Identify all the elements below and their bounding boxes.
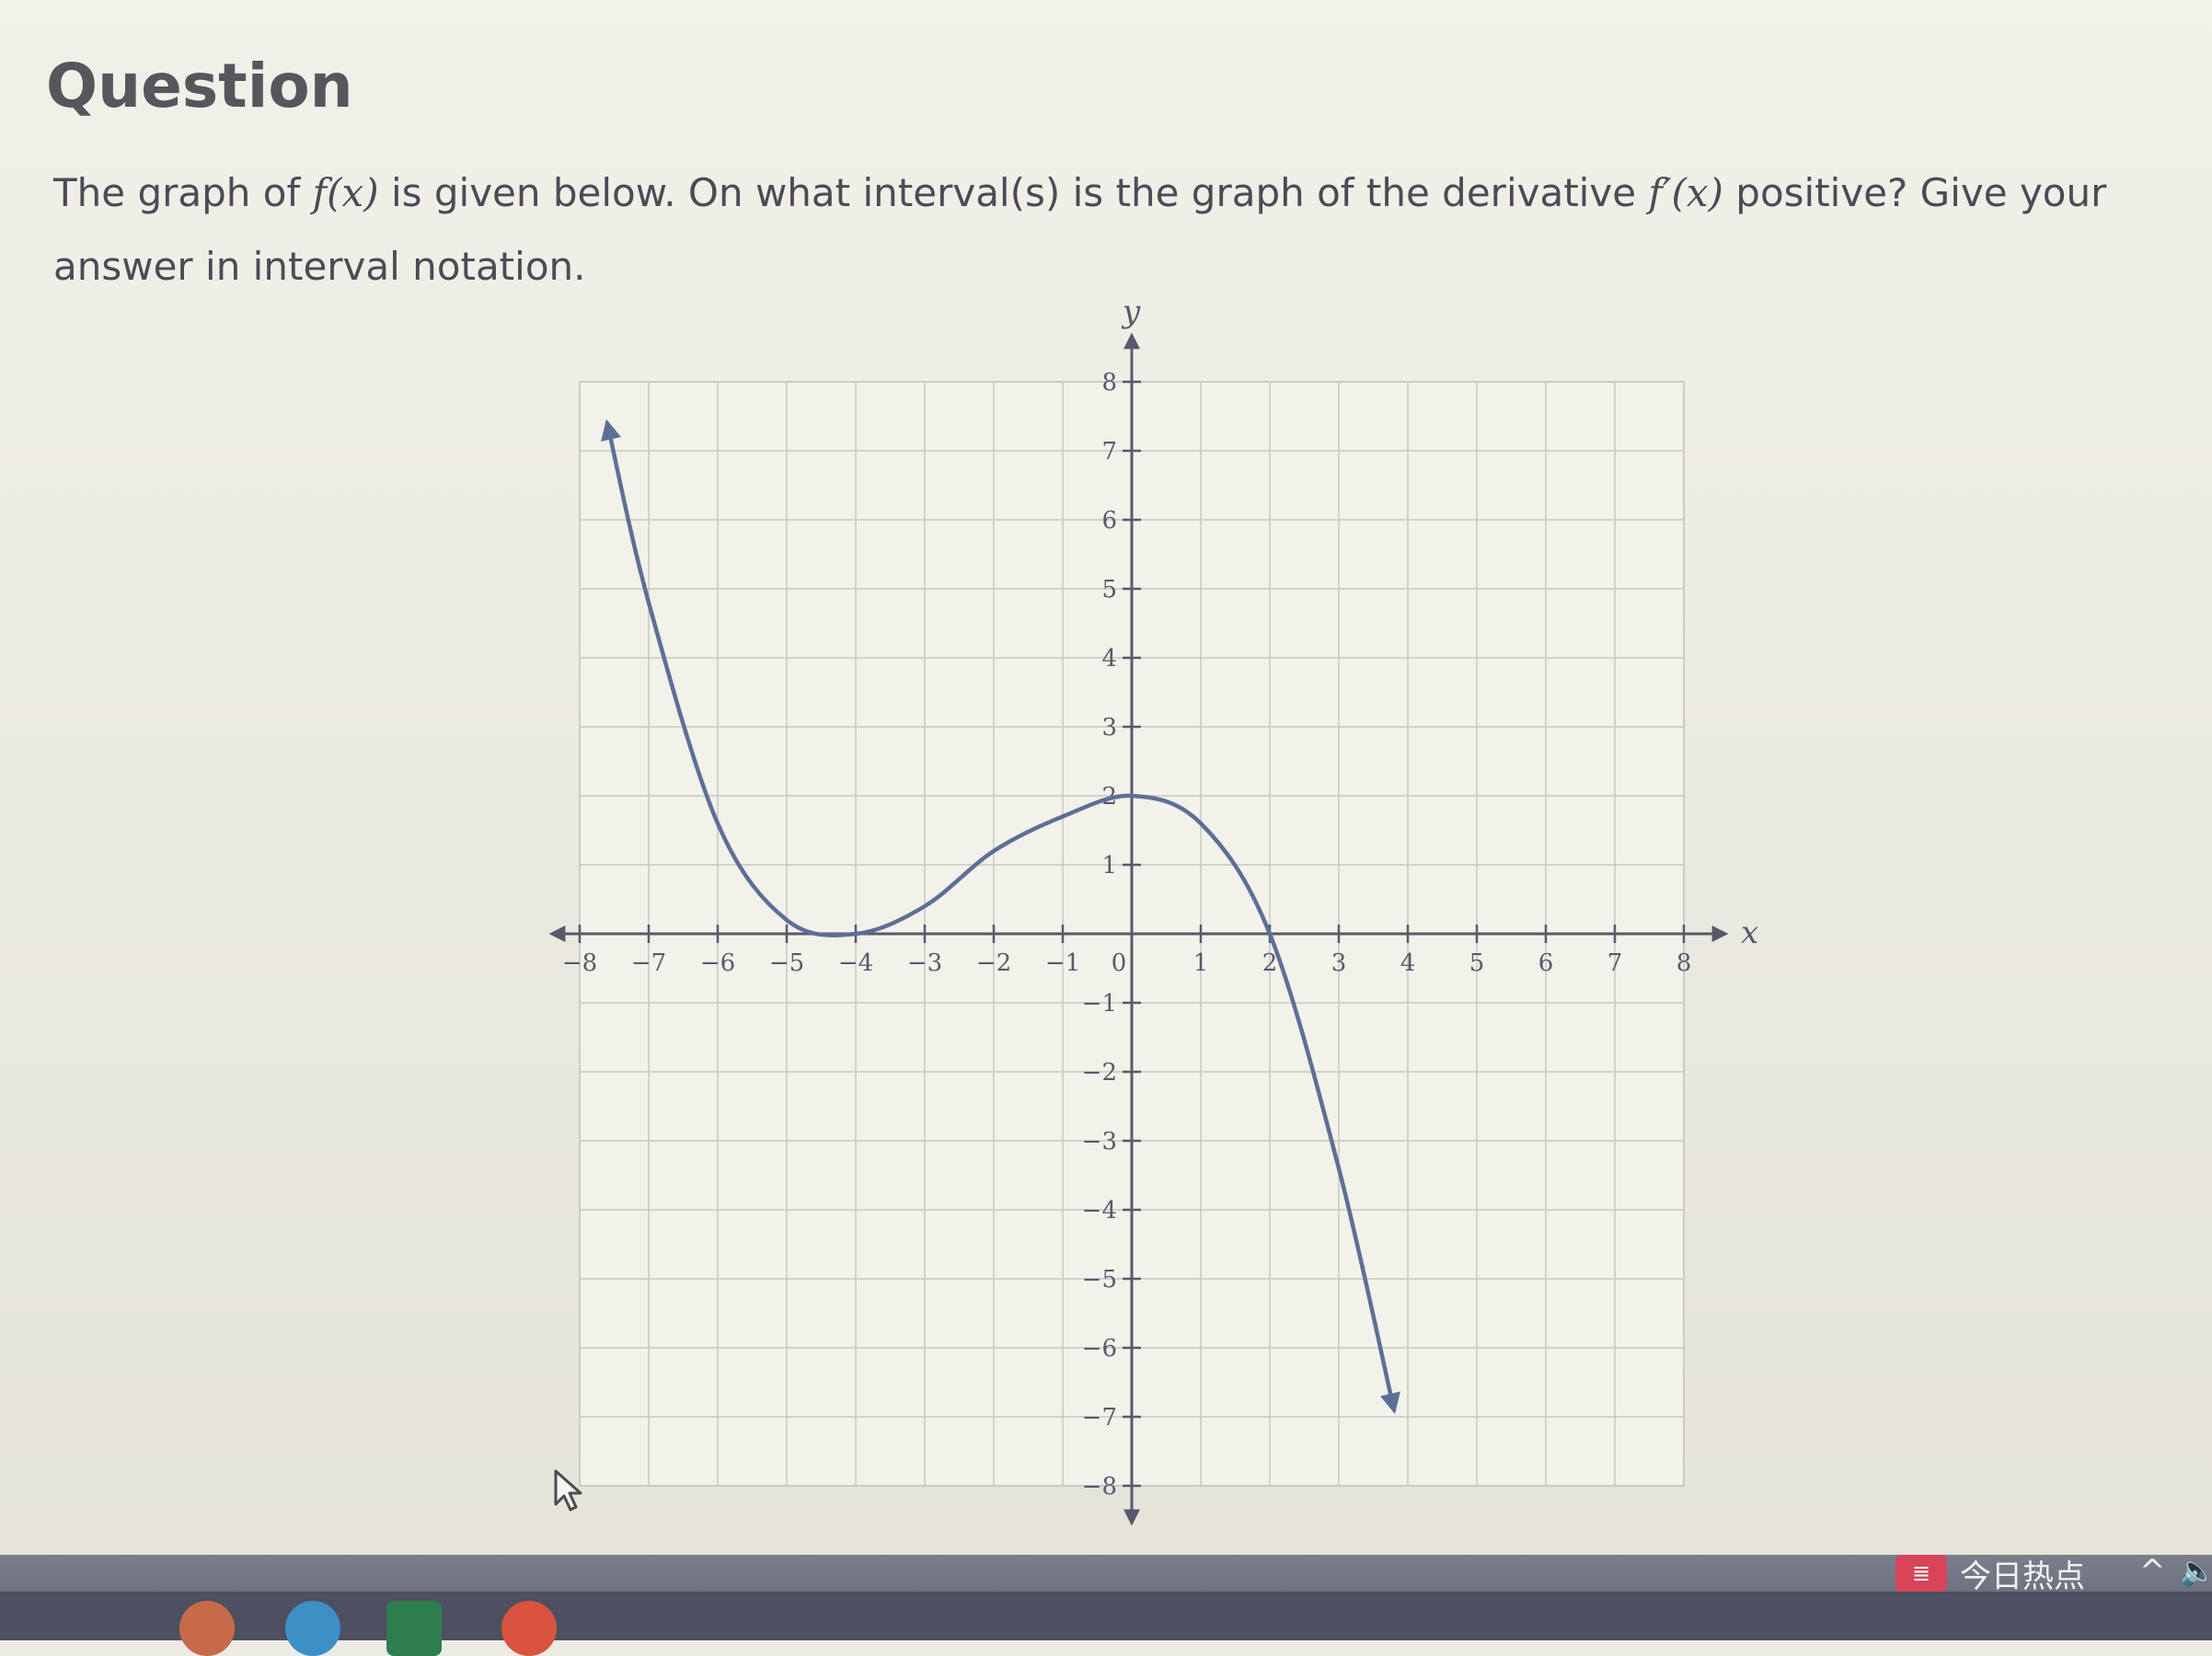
y-tick-label: −4: [1082, 1197, 1117, 1225]
question-text-part-2: is given below. On what interval(s) is t…: [378, 170, 1649, 215]
question-title: Question: [46, 51, 353, 121]
y-tick-label: 6: [1101, 507, 1117, 535]
x-tick-label: 7: [1607, 949, 1623, 977]
y-tick-label: 3: [1101, 714, 1117, 742]
x-tick-label: −3: [907, 949, 942, 977]
y-tick-label: 8: [1101, 369, 1117, 397]
taskbar-app-chrome-icon[interactable]: [501, 1601, 557, 1656]
x-tick-label: 3: [1331, 949, 1347, 977]
question-text: The graph of f(x) is given below. On wha…: [53, 156, 2114, 304]
x-tick-label: −6: [700, 949, 735, 977]
y-tick-label: 4: [1101, 645, 1117, 673]
y-tick-label: −5: [1082, 1266, 1117, 1294]
y-tick-label: −6: [1082, 1335, 1117, 1363]
y-tick-label: −1: [1082, 990, 1117, 1018]
news-label: 今日热点: [1960, 1558, 2085, 1595]
x-tick-label: −5: [769, 949, 804, 977]
x-tick-label: 5: [1469, 949, 1485, 977]
x-tick-label: 8: [1676, 949, 1692, 977]
speaker-icon[interactable]: 🔈: [2179, 1553, 2212, 1588]
x-tick-label: 4: [1400, 949, 1416, 977]
x-tick-label: 6: [1538, 949, 1554, 977]
x-tick-label: 0: [1112, 949, 1127, 977]
taskbar-app-excel-icon[interactable]: [386, 1601, 442, 1656]
y-tick-label: −8: [1082, 1473, 1117, 1501]
taskbar-app-orange-icon[interactable]: [179, 1601, 235, 1656]
x-tick-label: 1: [1193, 949, 1209, 977]
x-tick-label: −8: [562, 949, 597, 977]
tray-chevron-up-icon[interactable]: ^: [2139, 1553, 2166, 1590]
question-text-part-1: The graph of: [53, 170, 313, 215]
y-tick-label: −3: [1082, 1128, 1117, 1156]
y-tick-label: −2: [1082, 1059, 1117, 1087]
x-tick-label: −2: [976, 949, 1011, 977]
function-graph: −8 −7 −6 −5 −4 −3 −2 −1 0 1 2 3 4 5 6 7 8 87654321−1−2−3…: [548, 294, 1758, 1526]
y-tick-label: −7: [1082, 1404, 1117, 1432]
f-of-x: f(x): [312, 170, 379, 215]
mouse-pointer-icon: [554, 1469, 582, 1512]
f-prime-of-x: f′(x): [1648, 170, 1723, 215]
x-tick-label: −1: [1045, 949, 1080, 977]
x-tick-label: −4: [838, 949, 873, 977]
x-axis-label: x: [1741, 914, 1758, 951]
y-tick-label: 7: [1101, 438, 1117, 466]
y-axis-label: y: [1121, 294, 1141, 330]
y-tick-label: 5: [1101, 576, 1117, 604]
y-tick-label: 1: [1101, 852, 1117, 880]
taskbar-app-edge-icon[interactable]: [285, 1601, 340, 1656]
news-icon: ≣: [1895, 1555, 1947, 1592]
news-widget[interactable]: ≣ 今日热点: [1895, 1550, 2085, 1596]
x-tick-label: −7: [631, 949, 666, 977]
